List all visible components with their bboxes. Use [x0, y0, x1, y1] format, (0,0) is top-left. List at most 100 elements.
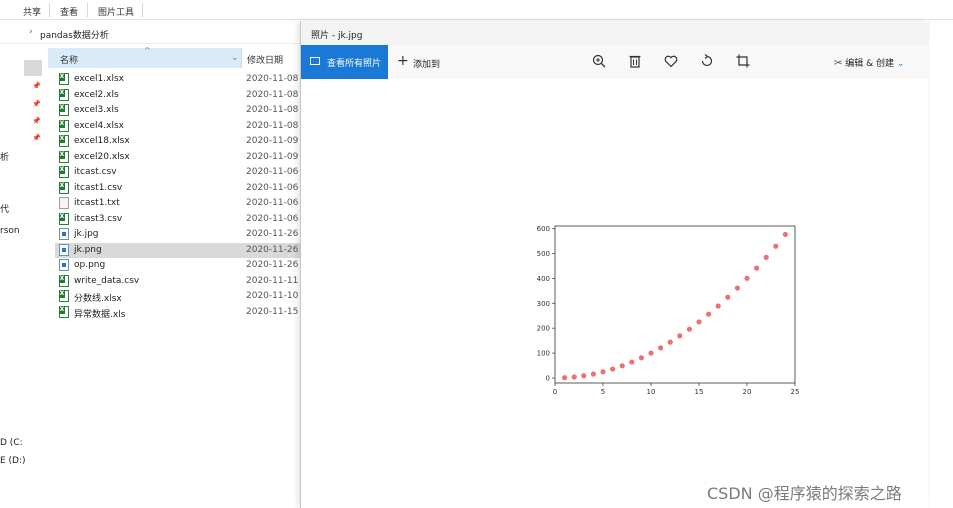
- file-row[interactable]: excel20.xlsx 2020-11-09 1: [55, 150, 300, 166]
- data-point: [734, 285, 740, 291]
- y-tick-label: 400: [537, 275, 550, 283]
- photos-toolbar: 查看所有照片 + 添加到 ✂ 编辑 & 创建 ⌄: [301, 45, 929, 79]
- image-file-icon: [59, 259, 69, 271]
- file-row[interactable]: excel4.xlsx 2020-11-08 2: [55, 119, 300, 135]
- zoom-icon[interactable]: [591, 53, 607, 69]
- file-row[interactable]: excel2.xls 2020-11-08 2: [55, 88, 300, 104]
- file-row[interactable]: 分数线.xlsx 2020-11-10 2: [55, 289, 300, 305]
- file-date: 2020-11-08 2: [246, 89, 300, 100]
- view-all-photos-button[interactable]: 查看所有照片: [301, 45, 388, 79]
- plot-frame: [554, 225, 796, 384]
- file-row[interactable]: op.png 2020-11-26 1: [55, 258, 300, 274]
- column-header-date[interactable]: 修改日期: [243, 48, 300, 68]
- x-tick-label: 10: [647, 388, 656, 396]
- data-point: [581, 373, 587, 379]
- nav-drive-d[interactable]: E (D:): [0, 456, 26, 466]
- data-point: [782, 231, 788, 238]
- data-point: [562, 375, 568, 381]
- nav-item-label[interactable]: 析: [0, 150, 9, 163]
- chevron-right-icon[interactable]: ›: [29, 27, 33, 37]
- chevron-down-icon[interactable]: ⌄: [231, 53, 239, 63]
- file-row[interactable]: itcast1.txt 2020-11-06 1: [55, 196, 300, 212]
- file-row[interactable]: excel18.xlsx 2020-11-09 1: [55, 134, 300, 150]
- image-file-icon: [59, 228, 69, 240]
- file-date: 2020-11-06 1: [246, 167, 300, 177]
- file-date: 2020-11-08 2: [246, 120, 300, 131]
- excel-file-icon: [59, 150, 69, 163]
- file-date: 2020-11-06 1: [246, 213, 300, 224]
- pin-icon: 📌: [32, 134, 41, 142]
- excel-file-icon: [59, 135, 69, 147]
- file-name: itcast1.txt: [74, 198, 120, 208]
- file-row[interactable]: itcast.csv 2020-11-06 1: [55, 165, 300, 181]
- address-bar[interactable]: › pandas数据分析: [0, 22, 300, 44]
- data-point: [648, 350, 654, 356]
- excel-file-icon: [59, 181, 69, 194]
- file-row[interactable]: jk.png 2020-11-26 1: [55, 242, 300, 258]
- file-date: 2020-11-26 1: [246, 260, 300, 270]
- crop-icon[interactable]: [735, 53, 751, 69]
- scatter-chart: 0 100 200 300 400 500 600 0 5 10 15 20 25: [537, 225, 800, 396]
- column-header-name[interactable]: 名称 ^ ⌄: [48, 46, 242, 68]
- watermark: CSDN @程序猿的探索之路: [707, 484, 902, 503]
- file-row[interactable]: 异常数据.xls 2020-11-15 1: [55, 305, 300, 321]
- file-row[interactable]: itcast3.csv 2020-11-06 1: [55, 212, 300, 228]
- excel-file-icon: [59, 73, 69, 85]
- data-point: [725, 294, 731, 300]
- file-name: jk.png: [74, 244, 102, 255]
- pin-icon: 📌: [32, 82, 41, 90]
- y-tick-label: 500: [537, 250, 550, 258]
- data-point: [600, 369, 606, 375]
- file-name: write_data.csv: [74, 275, 140, 286]
- ribbon-tab-picture-tools[interactable]: 图片工具: [98, 5, 134, 18]
- delete-icon[interactable]: [627, 53, 643, 69]
- data-point: [629, 359, 635, 365]
- nav-item-label[interactable]: 代: [0, 202, 9, 215]
- y-axis: 0 100 200 300 400 500 600: [537, 225, 555, 383]
- nav-selected-item[interactable]: [24, 60, 42, 76]
- add-to-button[interactable]: 添加到: [413, 57, 440, 70]
- file-date: 2020-11-26 1: [246, 229, 300, 239]
- file-name: itcast3.csv: [74, 213, 123, 224]
- data-point: [658, 345, 664, 351]
- file-date: 2020-11-08 2: [246, 105, 300, 115]
- plus-icon[interactable]: +: [397, 53, 409, 69]
- data-point: [763, 254, 769, 260]
- ribbon-tab-view[interactable]: 查看: [60, 5, 78, 18]
- file-row[interactable]: write_data.csv 2020-11-11 2: [55, 274, 300, 290]
- file-row[interactable]: excel1.xlsx 2020-11-08 2: [55, 72, 300, 88]
- file-date: 2020-11-09 1: [246, 151, 300, 162]
- x-tick-label: 25: [791, 388, 800, 396]
- data-point: [638, 355, 644, 361]
- file-date: 2020-11-11 2: [246, 275, 300, 286]
- y-tick-label: 300: [537, 300, 550, 308]
- file-name: excel4.xlsx: [74, 120, 124, 131]
- rotate-icon[interactable]: [699, 53, 715, 69]
- excel-file-icon: [59, 119, 69, 132]
- file-name: itcast.csv: [74, 167, 117, 177]
- nav-item-label[interactable]: rson: [0, 226, 20, 236]
- file-row[interactable]: jk.jpg 2020-11-26 1: [55, 227, 300, 243]
- ribbon-tab-share[interactable]: 共享: [23, 5, 41, 18]
- pin-icon: 📌: [32, 100, 41, 108]
- file-date: 2020-11-09 1: [246, 136, 300, 146]
- data-point: [571, 374, 577, 380]
- x-tick-label: 0: [553, 388, 557, 396]
- edit-create-button[interactable]: ✂ 编辑 & 创建 ⌄: [834, 56, 904, 69]
- address-path[interactable]: pandas数据分析: [40, 28, 109, 41]
- data-point: [706, 311, 712, 317]
- data-point: [696, 319, 702, 325]
- data-point: [773, 243, 779, 249]
- file-row[interactable]: excel3.xls 2020-11-08 2: [55, 103, 300, 119]
- photos-title-bar[interactable]: 照片 - jk.jpg: [301, 21, 929, 45]
- desktop-screenshot: 共享 查看 图片工具 › pandas数据分析 📌 📌 📌 📌 析 代 rson…: [0, 0, 953, 508]
- nav-drive-c[interactable]: D (C:: [0, 438, 23, 448]
- file-row[interactable]: itcast1.csv 2020-11-06 1: [55, 181, 300, 197]
- ribbon-separator: [49, 3, 50, 17]
- photos-title: 照片 - jk.jpg: [311, 31, 363, 41]
- ribbon-separator: [142, 3, 143, 17]
- file-date: 2020-11-15 1: [246, 306, 300, 317]
- favorite-icon[interactable]: [663, 53, 679, 69]
- file-name: jk.jpg: [74, 229, 99, 239]
- file-date: 2020-11-06 1: [246, 182, 300, 193]
